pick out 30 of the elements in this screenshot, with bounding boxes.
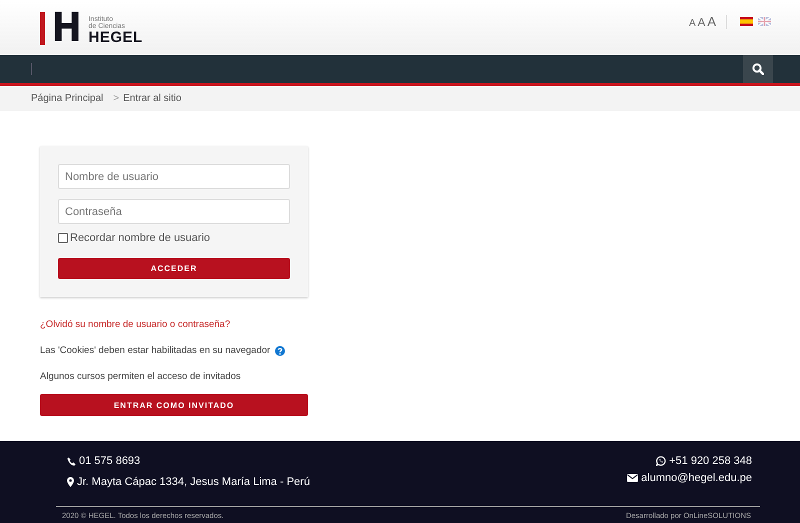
search-icon <box>752 63 764 75</box>
search-button[interactable] <box>743 55 773 83</box>
guest-login-button[interactable]: ENTRAR COMO INVITADO <box>40 394 308 416</box>
remember-checkbox[interactable] <box>58 233 68 243</box>
map-pin-icon <box>67 477 74 487</box>
password-field[interactable]: Contraseña <box>58 199 290 224</box>
font-size-toggle[interactable]: A <box>698 17 706 29</box>
logo-name: HEGEL <box>88 30 143 44</box>
font-size-toggle[interactable]: A <box>688 18 696 29</box>
address: Jr. Mayta Cápac 1334, Jesus María Lima - Perú <box>77 476 310 488</box>
breadcrumb-separator: > <box>113 93 120 104</box>
spain-flag-icon[interactable] <box>740 17 753 26</box>
breadcrumb-link[interactable]: Entrar al sitio <box>123 93 182 104</box>
guest-note: Algunos cursos permiten el acceso de invitados <box>40 371 241 382</box>
logo-bar <box>40 12 45 44</box>
phone-icon <box>67 456 76 466</box>
envelope-icon <box>627 474 638 482</box>
email-link[interactable]: alumno@hegel.edu.pe <box>641 472 752 484</box>
help-icon[interactable] <box>275 346 286 356</box>
cookies-note: Las 'Cookies' deben estar habilitadas en su navegador <box>40 345 270 356</box>
forgot-password-link[interactable]: ¿Olvidó su nombre de usuario o contraseña? <box>40 319 230 330</box>
chat-bubble-icon <box>656 456 666 466</box>
phone-number: 01 575 8693 <box>79 455 140 467</box>
logo-mark: H <box>52 10 82 44</box>
username-field[interactable]: Nombre de usuario <box>58 164 290 189</box>
font-size-toggle[interactable]: A <box>707 14 716 29</box>
breadcrumb-link[interactable]: Página Principal <box>31 93 104 104</box>
login-button[interactable]: ACCEDER <box>58 258 290 279</box>
whatsapp-number: +51 920 258 348 <box>669 455 752 467</box>
remember-label: Recordar nombre de usuario <box>70 232 210 244</box>
